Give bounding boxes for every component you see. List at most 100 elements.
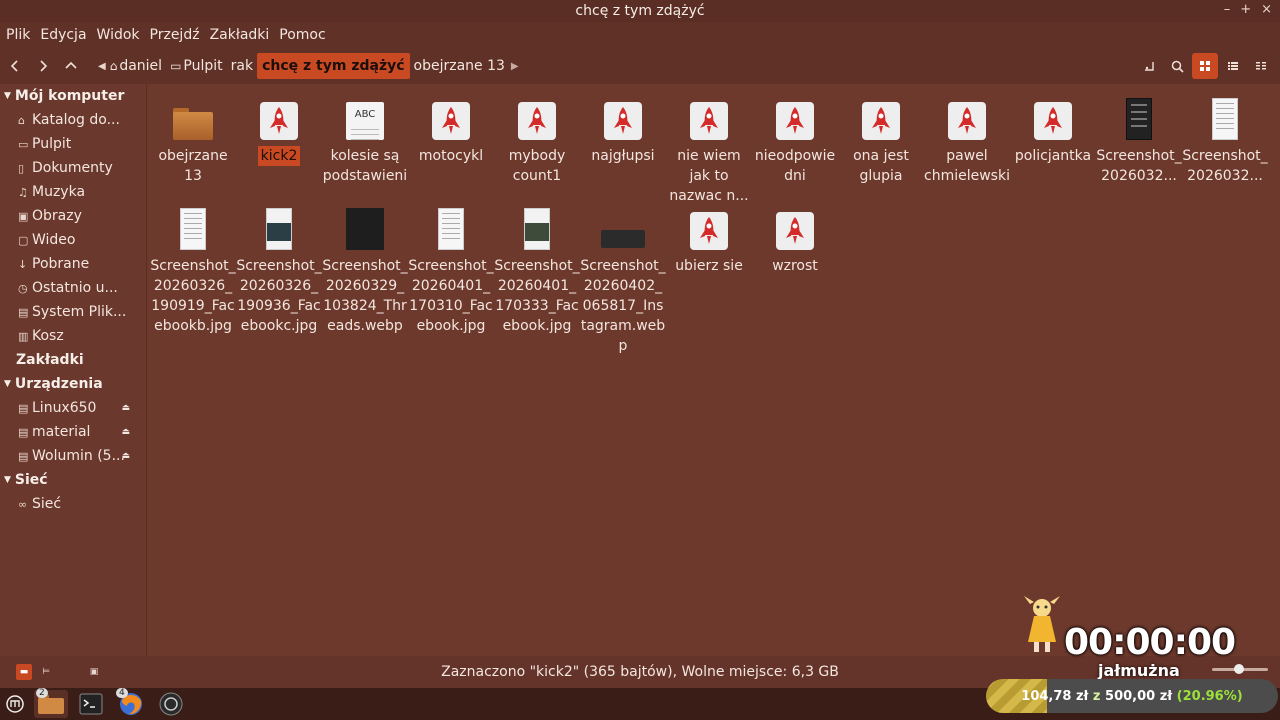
sidebar-item-home[interactable]: ⌂ Katalog do... — [0, 108, 146, 132]
file-item[interactable]: Screenshot_20260326_190936_Facebookc.jpg — [236, 204, 322, 336]
volume-slider[interactable] — [1212, 664, 1268, 674]
forward-button[interactable] — [30, 53, 56, 79]
donation-progress-bar: 104,78 zł z 500,00 zł (20.96%) — [986, 679, 1278, 713]
file-thumbnail — [150, 94, 236, 140]
file-thumbnail — [494, 204, 580, 250]
file-item[interactable]: ona jest glupia — [838, 94, 924, 186]
menu-go[interactable]: Przejdź — [150, 27, 200, 43]
sidebar-item-recent[interactable]: ◷ Ostatnio u... — [0, 276, 146, 300]
sidebar-section-computer[interactable]: ▼ Mój komputer — [0, 84, 146, 108]
file-item[interactable]: ubierz sie — [666, 204, 752, 276]
image-icon: ▣ — [18, 209, 29, 223]
file-thumbnail — [322, 204, 408, 250]
file-thumbnail — [494, 94, 580, 140]
file-item[interactable]: wzrost — [752, 204, 838, 276]
stream-timer: 00:00:00 — [1064, 622, 1236, 663]
taskbar-obs[interactable] — [154, 690, 188, 718]
menu-bar: Plik Edycja Widok Przejdź Zakładki Pomoc — [0, 22, 1280, 48]
file-name: kolesie są podstawieni — [322, 148, 408, 184]
sidebar-section-devices[interactable]: ▼ Urządzenia — [0, 372, 146, 396]
file-item[interactable]: Screenshot_20260401_170310_Facebook.jpg — [408, 204, 494, 336]
grid-icon — [1200, 61, 1210, 71]
breadcrumb-desktop[interactable]: ▭ Pulpit — [166, 53, 227, 79]
taskbar-firefox[interactable]: 4 — [114, 688, 148, 718]
sidebar-item-music[interactable]: ♫ Muzyka — [0, 180, 146, 204]
file-item[interactable]: Screenshot_2026032... — [1182, 94, 1268, 186]
donation-label: jałmużna — [1098, 661, 1180, 680]
file-item[interactable]: nie wiem jak to nazwac n... — [666, 94, 752, 206]
taskbar-files[interactable]: 2 — [34, 688, 68, 718]
file-name: Screenshot_20260401_170310_Facebook.jpg — [408, 258, 494, 334]
sidebar-item-filesystem[interactable]: ▤ System Plik... — [0, 300, 146, 324]
location-toggle-icon — [1145, 62, 1154, 71]
file-item[interactable]: policjantka — [1010, 94, 1096, 166]
file-item[interactable]: nieodpowiedni — [752, 94, 838, 186]
taskbar-terminal[interactable] — [74, 690, 108, 718]
list-view-button[interactable] — [1220, 53, 1246, 79]
breadcrumb-rak[interactable]: rak — [227, 53, 257, 79]
breadcrumb-current[interactable]: chcę z tym zdążyć — [257, 53, 410, 79]
breadcrumb-label: chcę z tym zdążyć — [262, 58, 405, 74]
sidebar-item-label: Kosz — [32, 328, 64, 344]
eject-icon[interactable]: ⏏ — [121, 451, 130, 461]
toggle-sidebar-button[interactable]: ▣ — [86, 664, 102, 680]
file-item[interactable]: najgłupsi — [580, 94, 666, 166]
toggle-location-button[interactable] — [1136, 53, 1162, 79]
file-item[interactable]: Screenshot_20260401_170333_Facebook.jpg — [494, 204, 580, 336]
show-tree-button[interactable]: ⊨ — [38, 664, 54, 680]
show-places-button[interactable]: ▬ — [16, 664, 32, 680]
donation-separator: z — [1092, 688, 1101, 704]
music-icon: ♫ — [18, 185, 28, 199]
sidebar-section-network[interactable]: ▼ Sieć — [0, 468, 146, 492]
up-button[interactable] — [58, 53, 84, 79]
sidebar-item-pictures[interactable]: ▣ Obrazy — [0, 204, 146, 228]
menu-edit[interactable]: Edycja — [40, 27, 86, 43]
rocket-file-icon — [690, 212, 728, 250]
sidebar-section-bookmarks[interactable]: Zakładki — [0, 348, 146, 372]
breadcrumb-scroll-left-icon[interactable]: ◀ — [98, 61, 106, 72]
file-item[interactable]: motocykl — [408, 94, 494, 166]
file-item[interactable]: pawel chmielewski — [924, 94, 1010, 186]
breadcrumb-label: Pulpit — [183, 58, 223, 74]
file-item[interactable]: mybody count1 — [494, 94, 580, 186]
chevron-up-icon — [65, 61, 77, 69]
places-icon: ▬ — [19, 667, 29, 677]
sidebar-item-desktop[interactable]: ▭ Pulpit — [0, 132, 146, 156]
sidebar-item-network[interactable]: ∞ Sieć — [0, 492, 146, 516]
file-item[interactable]: Screenshot_20260329_103824_Threads.webp — [322, 204, 408, 336]
file-item[interactable]: Screenshot_2026032... — [1096, 94, 1182, 186]
sidebar-item-trash[interactable]: ▥ Kosz — [0, 324, 146, 348]
menu-view[interactable]: Widok — [97, 27, 140, 43]
sidebar-item-device-linux650[interactable]: ▤ Linux650 ⏏ — [0, 396, 146, 420]
file-thumbnail — [1096, 94, 1182, 140]
file-item[interactable]: ABC kolesie są podstawieni — [322, 94, 408, 186]
sidebar-item-device-volume[interactable]: ▤ Wolumin (5... ⏏ — [0, 444, 146, 468]
sidebar-item-downloads[interactable]: ↓ Pobrane — [0, 252, 146, 276]
search-button[interactable] — [1164, 53, 1190, 79]
sidebar-item-videos[interactable]: ▢ Wideo — [0, 228, 146, 252]
file-item[interactable]: Screenshot_20260326_190919_Facebookb.jpg — [150, 204, 236, 336]
breadcrumb-scroll-right-icon[interactable]: ▶ — [511, 61, 519, 72]
document-icon: ▯ — [18, 161, 25, 175]
compact-view-button[interactable] — [1248, 53, 1274, 79]
sidebar-item-device-material[interactable]: ▤ material ⏏ — [0, 420, 146, 444]
breadcrumb-home[interactable]: ⌂ daniel — [106, 53, 166, 79]
eject-icon[interactable]: ⏏ — [121, 403, 130, 413]
icon-view-button[interactable] — [1192, 53, 1218, 79]
slider-knob[interactable] — [1234, 664, 1244, 674]
file-item[interactable]: Screenshot_20260402_065817_Instagram.web… — [580, 204, 666, 356]
drive-icon: ▤ — [18, 425, 29, 439]
breadcrumb-subfolder[interactable]: obejrzane 13 — [410, 53, 509, 79]
sidebar-item-documents[interactable]: ▯ Dokumenty — [0, 156, 146, 180]
maximize-button[interactable]: + — [1240, 2, 1251, 17]
file-item[interactable]: kick2 — [236, 94, 322, 166]
close-button[interactable]: × — [1261, 2, 1272, 17]
back-button[interactable] — [2, 53, 28, 79]
start-menu-button[interactable] — [2, 690, 28, 718]
eject-icon[interactable]: ⏏ — [121, 427, 130, 437]
minimize-button[interactable]: – — [1224, 2, 1231, 17]
menu-bookmarks[interactable]: Zakładki — [210, 27, 270, 43]
menu-help[interactable]: Pomoc — [279, 27, 325, 43]
file-item[interactable]: obejrzane 13 — [150, 94, 236, 186]
menu-file[interactable]: Plik — [6, 27, 30, 43]
